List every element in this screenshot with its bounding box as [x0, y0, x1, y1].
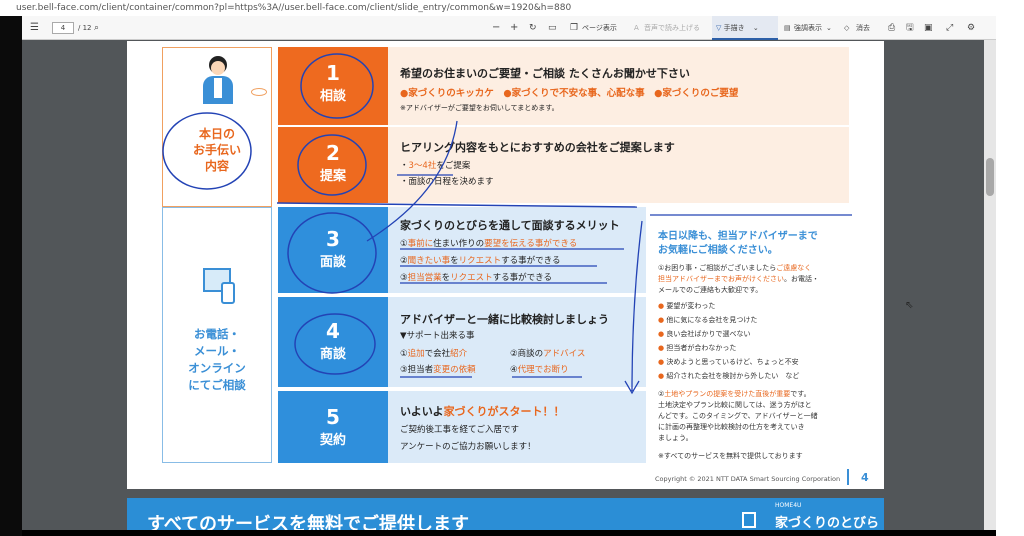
erase-button[interactable]: 消去 — [856, 16, 870, 40]
handwritten-circle — [162, 112, 252, 190]
highlight-icon: ▤ — [784, 24, 791, 32]
search-icon[interactable]: ⌕ — [94, 16, 99, 40]
logo: HOME4U — [775, 502, 802, 509]
door-icon — [742, 512, 756, 528]
next-slide: すべてのサービスを無料でご提供します HOME4U 家づくりのとびら — [127, 498, 884, 530]
chevron-down-icon[interactable]: ⌄ — [826, 16, 832, 40]
contents-icon[interactable]: ☰ — [30, 16, 39, 40]
page-total: / 12 — [78, 24, 92, 32]
handwritten-circle — [300, 53, 374, 119]
handwritten-line — [276, 202, 638, 208]
handwritten-arrow — [624, 220, 643, 395]
print-icon[interactable]: ⎙ — [888, 16, 895, 40]
draw-icon: ▽ — [716, 24, 722, 32]
highlight-button[interactable]: 強調表示 — [794, 16, 822, 40]
mouse-cursor-icon: ⇖ — [905, 300, 914, 311]
browser-url[interactable]: user.bell-face.com/client/container/comm… — [0, 0, 1024, 16]
draw-label: 手描き — [723, 24, 745, 32]
page-number-input[interactable]: 4 — [52, 22, 74, 34]
rotate-icon[interactable]: ↻ — [529, 16, 537, 40]
vertical-scrollbar[interactable] — [984, 40, 996, 530]
read-aloud-button[interactable]: 音声で読み上げる — [644, 16, 700, 40]
save-icon[interactable]: 🖫 — [906, 16, 914, 40]
save-as-icon[interactable]: ▣ — [924, 16, 933, 40]
handwritten-arrow — [366, 120, 458, 242]
zoom-in-icon[interactable]: + — [510, 16, 518, 40]
handwritten-circle — [294, 313, 376, 375]
draw-button[interactable]: ▽ 手描き ⌄ — [712, 16, 778, 40]
expand-icon[interactable]: ⤢ — [946, 16, 953, 40]
right-gutter — [996, 16, 1024, 536]
next-slide-banner: すべてのサービスを無料でご提供します — [147, 514, 470, 530]
zoom-out-icon[interactable]: − — [492, 16, 500, 40]
read-aloud-icon: A — [634, 24, 639, 32]
scrollbar-thumb[interactable] — [986, 158, 994, 196]
handwriting-layer — [162, 53, 852, 395]
gear-icon[interactable]: ⚙ — [967, 16, 975, 40]
handwritten-circle — [287, 212, 377, 294]
handwritten-circle — [297, 134, 367, 196]
left-strip — [0, 16, 22, 536]
page-view-button[interactable]: ページ表示 — [582, 16, 617, 40]
pdf-toolbar: ☰ 4 / 12 ⌕ − + ↻ ▭ ❐ ページ表示 A 音声で読み上げる ▽ … — [22, 16, 996, 40]
slide-page: 本日の お手伝い 内容 お電話・ メール・ オンライン にてご相談 1 相談 2提… — [127, 41, 884, 489]
eraser-icon: ◇ — [844, 24, 850, 32]
logo-sub: 家づくりのとびら — [775, 516, 880, 530]
chevron-down-icon: ⌄ — [752, 24, 759, 32]
page-view-icon[interactable]: ❐ — [570, 16, 578, 40]
handwritten-underline — [400, 248, 624, 284]
fit-icon[interactable]: ▭ — [548, 16, 557, 40]
